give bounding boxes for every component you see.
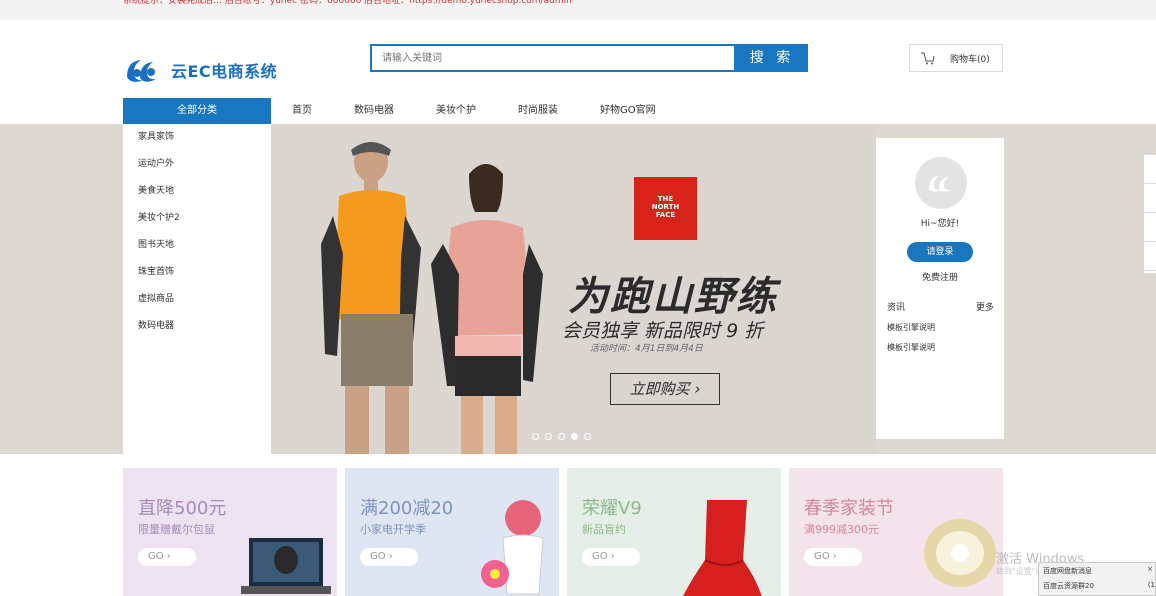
promo-title: 荣耀V9 (582, 498, 642, 519)
side-cart-icon[interactable] (1144, 155, 1156, 184)
all-categories-tab[interactable]: 全部分类 (123, 98, 271, 124)
nav-link-beauty[interactable]: 美妆个护 (415, 98, 497, 124)
promo-go-button[interactable]: GO › (804, 548, 862, 566)
buy-now-button[interactable]: 立即购买 › (610, 373, 720, 405)
carousel-dot[interactable] (584, 433, 591, 440)
category-item[interactable]: 图书天地 (123, 232, 271, 259)
brand-logo-line: NORTH (651, 203, 680, 211)
nav-link-home[interactable]: 首页 (271, 98, 333, 124)
greeting: Hi~您好! (920, 219, 960, 229)
news-item[interactable]: 模板引擎说明 (887, 342, 935, 353)
search-input[interactable] (372, 46, 734, 70)
brand-logo-line: FACE (655, 211, 676, 219)
category-item[interactable]: 珠宝首饰 (123, 259, 271, 286)
banner-subtitle: 会员独享 新品限时 9 折 (562, 320, 764, 342)
promo-subtitle: 限量赠戴尔包鼠 (138, 523, 215, 536)
search-button[interactable]: 搜 索 (736, 44, 808, 72)
notification-title: 百度网盘新消息 (1043, 567, 1092, 575)
avatar-logo-icon (929, 176, 951, 192)
main-nav: 首页 数码电器 美妆个护 时尚服装 好物GO官网 (271, 98, 677, 124)
cart-button[interactable]: 购物车(0) (909, 44, 1003, 72)
category-item[interactable]: 美食天地 (123, 178, 271, 205)
cart-icon (921, 52, 935, 65)
site-logo[interactable]: 云EC电商系统 (123, 52, 277, 88)
side-top-icon[interactable] (1144, 242, 1156, 271)
category-item[interactable]: 美妆个护2 (123, 205, 271, 232)
nav-link-fashion[interactable]: 时尚服装 (497, 98, 579, 124)
brand-logo: THE NORTH FACE (634, 177, 697, 240)
banner-time: 活动时间：4月1日到4月4日 (590, 344, 703, 354)
promo-card[interactable]: 荣耀V9 新品盲约 GO › (567, 468, 781, 596)
brand-logo-line: THE (657, 195, 674, 203)
news-header: 资讯 更多 (887, 300, 994, 313)
category-menu: 家具家饰 运动户外 美食天地 美妆个护2 图书天地 珠宝首饰 虚拟商品 数码电器 (123, 124, 271, 454)
top-notice: 系统提示：安装完成后… 后台账号：yunec 密码：666666 后台地址：ht… (123, 0, 572, 6)
promo-title: 直降500元 (138, 498, 227, 519)
category-item[interactable]: 虚拟商品 (123, 286, 271, 313)
side-qrcode-icon[interactable] (1144, 184, 1156, 213)
register-link[interactable]: 免费注册 (876, 270, 1004, 283)
news-title: 资讯 (887, 303, 906, 313)
promo-go-button[interactable]: GO › (582, 548, 640, 566)
close-icon[interactable]: × (1147, 565, 1153, 573)
carousel-dots (532, 433, 591, 440)
promo-card[interactable]: 满200减20 小家电开学季 GO › (345, 468, 559, 596)
news-more-link[interactable]: 更多 (976, 300, 994, 313)
hero-banner[interactable]: 家具家饰 运动户外 美食天地 美妆个护2 图书天地 珠宝首饰 虚拟商品 数码电器… (0, 124, 1156, 454)
phone-cloth-image (683, 500, 762, 596)
side-phone-icon[interactable] (1144, 213, 1156, 242)
category-item[interactable]: 家具家饰 (123, 124, 271, 151)
promo-title: 满200减20 (360, 498, 454, 519)
lamp-image (924, 519, 996, 587)
news-item[interactable]: 模板引擎说明 (887, 322, 935, 333)
logo-text: 云EC电商系统 (171, 62, 278, 81)
promo-card[interactable]: 直降500元 限量赠戴尔包鼠 GO › (123, 468, 337, 596)
notification-text: 百度云资源群20 (1043, 582, 1094, 590)
promo-go-button[interactable]: GO › (360, 548, 418, 566)
avatar (915, 157, 967, 209)
notification-count: (1 (1147, 581, 1155, 589)
top-bar: 系统提示：安装完成后… 后台账号：yunec 密码：666666 后台地址：ht… (0, 0, 1156, 20)
category-item[interactable]: 运动户外 (123, 151, 271, 178)
category-item[interactable]: 数码电器 (123, 313, 271, 340)
banner-title: 为跑山野练 (568, 274, 778, 320)
carousel-dot[interactable] (558, 433, 565, 440)
steamer-image (481, 500, 544, 595)
laptop-image (241, 538, 331, 594)
cart-label: 购物车(0) (950, 54, 990, 65)
promo-subtitle: 新品盲约 (582, 523, 626, 536)
user-panel: Hi~您好! 请登录 免费注册 资讯 更多 模板引擎说明 模板引擎说明 (876, 138, 1004, 439)
carousel-dot-active[interactable] (571, 433, 578, 440)
side-toolbar (1144, 155, 1156, 273)
notification-popup[interactable]: 百度网盘新消息 百度云资源群20 × (1 (1038, 562, 1156, 596)
logo-icon (127, 60, 156, 82)
nav-link-official[interactable]: 好物GO官网 (579, 98, 677, 124)
promo-go-button[interactable]: GO › (138, 548, 196, 566)
promo-subtitle: 小家电开学季 (360, 523, 426, 536)
carousel-dot[interactable] (532, 433, 539, 440)
search-box (370, 44, 736, 72)
login-button[interactable]: 请登录 (907, 242, 973, 262)
promo-title: 春季家装节 (804, 498, 894, 519)
carousel-dot[interactable] (545, 433, 552, 440)
promo-subtitle: 满999减300元 (804, 523, 879, 536)
promo-card[interactable]: 春季家装节 满999减300元 GO › (789, 468, 1003, 596)
nav-link-digital[interactable]: 数码电器 (333, 98, 415, 124)
